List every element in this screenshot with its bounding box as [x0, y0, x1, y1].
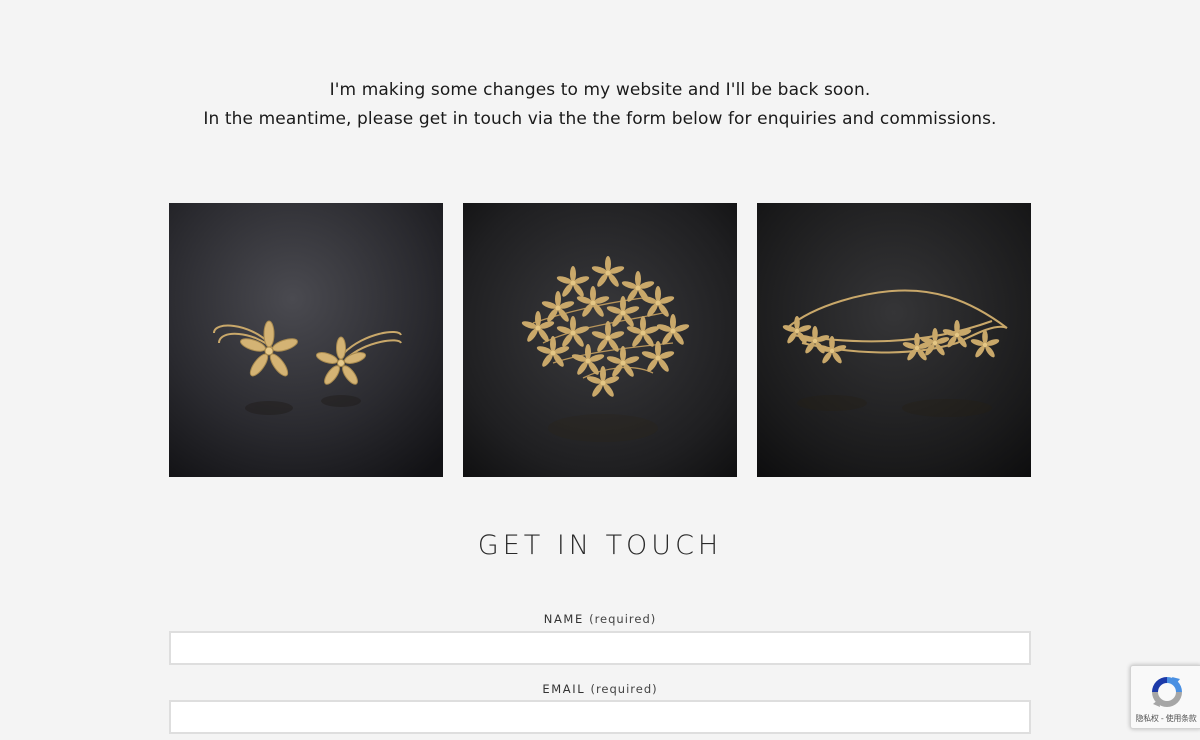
gallery-image-hair-comb[interactable]: [463, 203, 737, 477]
contact-heading: GET IN TOUCH: [477, 530, 723, 561]
intro-message: I'm making some changes to my website an…: [0, 76, 1200, 134]
email-label: EMAIL (required): [0, 682, 1200, 696]
tiara-photo: [757, 203, 1031, 477]
email-input[interactable]: [169, 700, 1031, 734]
hairpins-photo: [169, 203, 443, 477]
email-required-note: (required): [590, 682, 658, 696]
name-label: NAME (required): [0, 612, 1200, 626]
intro-line-2: In the meantime, please get in touch via…: [203, 109, 997, 129]
gallery-image-tiara[interactable]: [757, 203, 1031, 477]
gallery-image-hairpins[interactable]: [169, 203, 443, 477]
image-gallery: [169, 203, 1031, 477]
email-label-text: EMAIL: [542, 682, 586, 696]
intro-line-1: I'm making some changes to my website an…: [329, 80, 871, 100]
name-input[interactable]: [169, 631, 1031, 665]
hair-comb-photo: [463, 203, 737, 477]
name-label-text: NAME: [543, 612, 584, 626]
recaptcha-logo-icon: [1152, 677, 1182, 707]
recaptcha-terms-link[interactable]: 隐私权 - 使用条款: [1131, 713, 1200, 724]
page: I'm making some changes to my website an…: [0, 0, 1200, 740]
name-required-note: (required): [589, 612, 657, 626]
recaptcha-badge[interactable]: 隐私权 - 使用条款: [1130, 665, 1200, 729]
